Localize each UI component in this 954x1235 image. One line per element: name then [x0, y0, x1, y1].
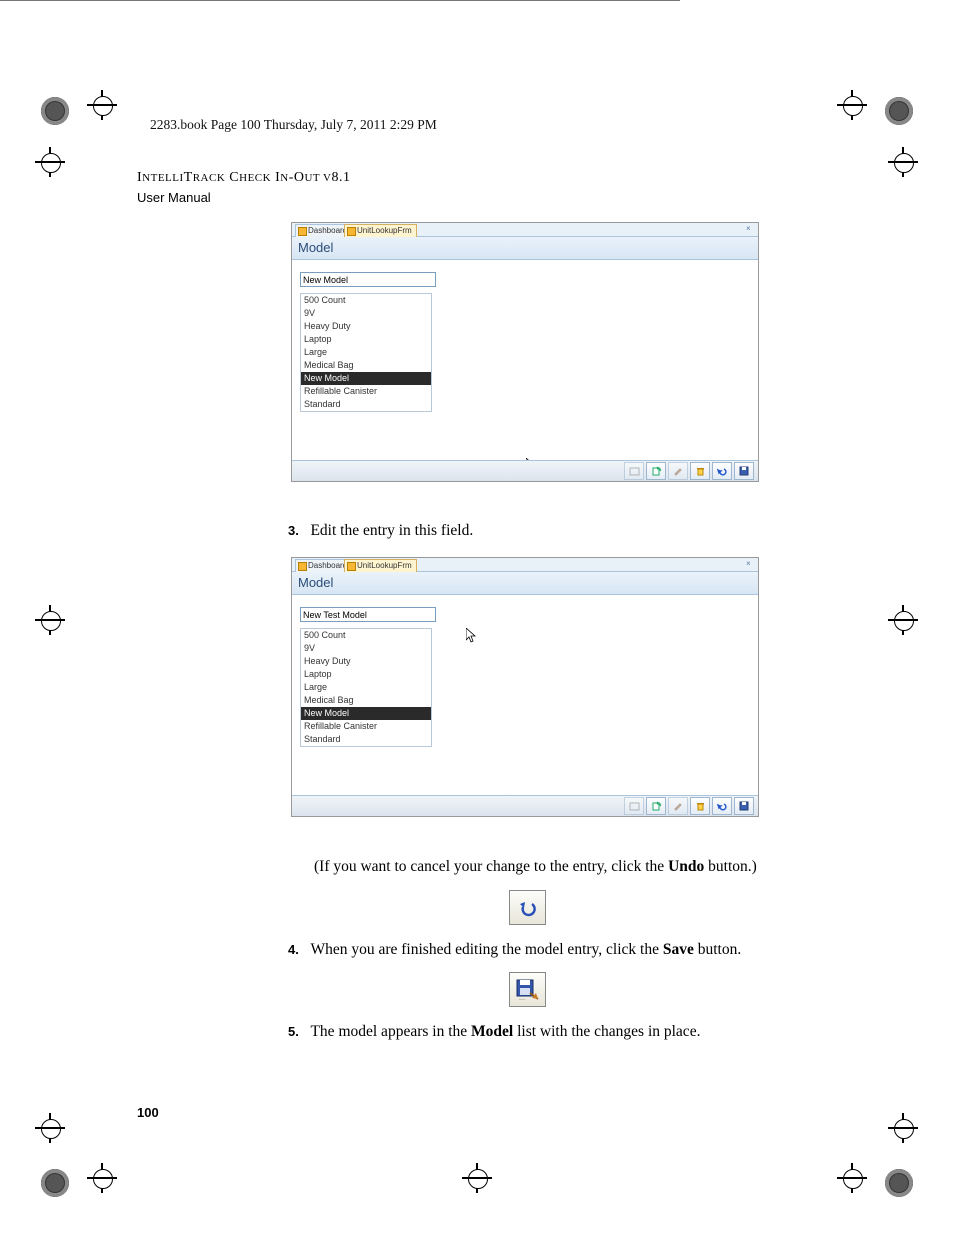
new-button[interactable] — [646, 462, 666, 480]
list-item[interactable]: 500 Count — [301, 294, 431, 307]
tab-icon — [347, 562, 356, 571]
undo-button[interactable] — [712, 462, 732, 480]
crop-cross — [888, 605, 918, 635]
model-name-input[interactable] — [300, 607, 436, 622]
tab-bar: Dashboard UnitLookupFrm × — [292, 558, 758, 572]
list-item[interactable]: 9V — [301, 642, 431, 655]
list-item[interactable]: 500 Count — [301, 629, 431, 642]
edit-button[interactable] — [668, 462, 688, 480]
undo-note: (If you want to cancel your change to th… — [314, 857, 757, 877]
screenshot-model-form-2: Dashboard UnitLookupFrm × Model 500 Coun… — [291, 557, 759, 817]
model-list[interactable]: 500 Count9VHeavy DutyLaptopLargeMedical … — [300, 628, 432, 747]
list-item[interactable]: Laptop — [301, 668, 431, 681]
list-item[interactable]: Standard — [301, 398, 431, 411]
cursor-icon — [466, 628, 477, 644]
save-button-image: … — [509, 972, 546, 1007]
save-button[interactable] — [734, 797, 754, 815]
tab-label: UnitLookupFrm — [357, 226, 412, 235]
registration-mark — [885, 97, 913, 125]
crop-cross — [35, 1113, 65, 1143]
list-item[interactable]: Laptop — [301, 333, 431, 346]
book-header: 2283.book Page 100 Thursday, July 7, 201… — [150, 117, 437, 133]
list-item[interactable]: Large — [301, 681, 431, 694]
undo-button-image — [509, 890, 546, 925]
delete-button[interactable] — [690, 462, 710, 480]
step-3: 3. Edit the entry in this field. — [288, 521, 473, 541]
registration-mark — [41, 97, 69, 125]
header-rule — [0, 0, 680, 1]
toolbar-button-1[interactable] — [624, 462, 644, 480]
crop-cross — [35, 605, 65, 635]
toolbar — [292, 460, 758, 481]
crop-cross — [837, 1163, 867, 1193]
tab-icon — [298, 227, 307, 236]
crop-cross — [888, 147, 918, 177]
tab-label: Dashboard — [308, 561, 347, 570]
model-name-input[interactable] — [300, 272, 436, 287]
delete-button[interactable] — [690, 797, 710, 815]
input-row — [292, 260, 758, 289]
form-title: Model — [292, 572, 758, 595]
toolbar-button-1[interactable] — [624, 797, 644, 815]
page-number: 100 — [137, 1105, 159, 1120]
crop-cross — [462, 1163, 492, 1193]
screenshot-model-form-1: Dashboard UnitLookupFrm × Model 500 Coun… — [291, 222, 759, 482]
tab-label: UnitLookupFrm — [357, 561, 412, 570]
crop-cross — [35, 147, 65, 177]
list-item[interactable]: Heavy Duty — [301, 655, 431, 668]
list-item[interactable]: Refillable Canister — [301, 385, 431, 398]
save-icon: … — [516, 979, 540, 1001]
crop-cross — [888, 1113, 918, 1143]
edit-button[interactable] — [668, 797, 688, 815]
crop-cross — [87, 1163, 117, 1193]
crop-cross — [837, 90, 867, 120]
step-number: 3. — [288, 523, 299, 538]
crop-cross — [87, 90, 117, 120]
list-item[interactable]: Standard — [301, 733, 431, 746]
registration-mark — [41, 1169, 69, 1197]
list-item[interactable]: Heavy Duty — [301, 320, 431, 333]
list-item[interactable]: New Model — [301, 707, 431, 720]
list-item[interactable]: Large — [301, 346, 431, 359]
step-4: 4. When you are finished editing the mod… — [288, 940, 741, 960]
tab-icon — [298, 562, 307, 571]
step-text: Edit the entry in this field. — [310, 522, 473, 539]
tab-label: Dashboard — [308, 226, 347, 235]
tab-unitlookupfrm[interactable]: UnitLookupFrm — [344, 224, 417, 237]
tab-close-icon[interactable]: × — [746, 224, 756, 234]
step-number: 4. — [288, 942, 299, 957]
tab-icon — [347, 227, 356, 236]
undo-button[interactable] — [712, 797, 732, 815]
toolbar — [292, 795, 758, 816]
tab-unitlookupfrm[interactable]: UnitLookupFrm — [344, 559, 417, 572]
tab-bar: Dashboard UnitLookupFrm × — [292, 223, 758, 237]
new-button[interactable] — [646, 797, 666, 815]
form-title: Model — [292, 237, 758, 260]
list-item[interactable]: Medical Bag — [301, 359, 431, 372]
input-row — [292, 595, 758, 624]
step-5: 5. The model appears in the Model list w… — [288, 1022, 700, 1042]
list-item[interactable]: New Model — [301, 372, 431, 385]
list-item[interactable]: Medical Bag — [301, 694, 431, 707]
product-subtitle: User Manual — [137, 190, 211, 205]
list-item[interactable]: Refillable Canister — [301, 720, 431, 733]
tab-close-icon[interactable]: × — [746, 559, 756, 569]
list-item[interactable]: 9V — [301, 307, 431, 320]
product-title: INTELLITRACK CHECK IN-OUT V8.1 — [137, 170, 350, 186]
registration-mark — [885, 1169, 913, 1197]
svg-text:…: … — [519, 996, 525, 1001]
save-button[interactable] — [734, 462, 754, 480]
undo-icon — [517, 898, 539, 918]
model-list[interactable]: 500 Count9VHeavy DutyLaptopLargeMedical … — [300, 293, 432, 412]
step-number: 5. — [288, 1024, 299, 1039]
